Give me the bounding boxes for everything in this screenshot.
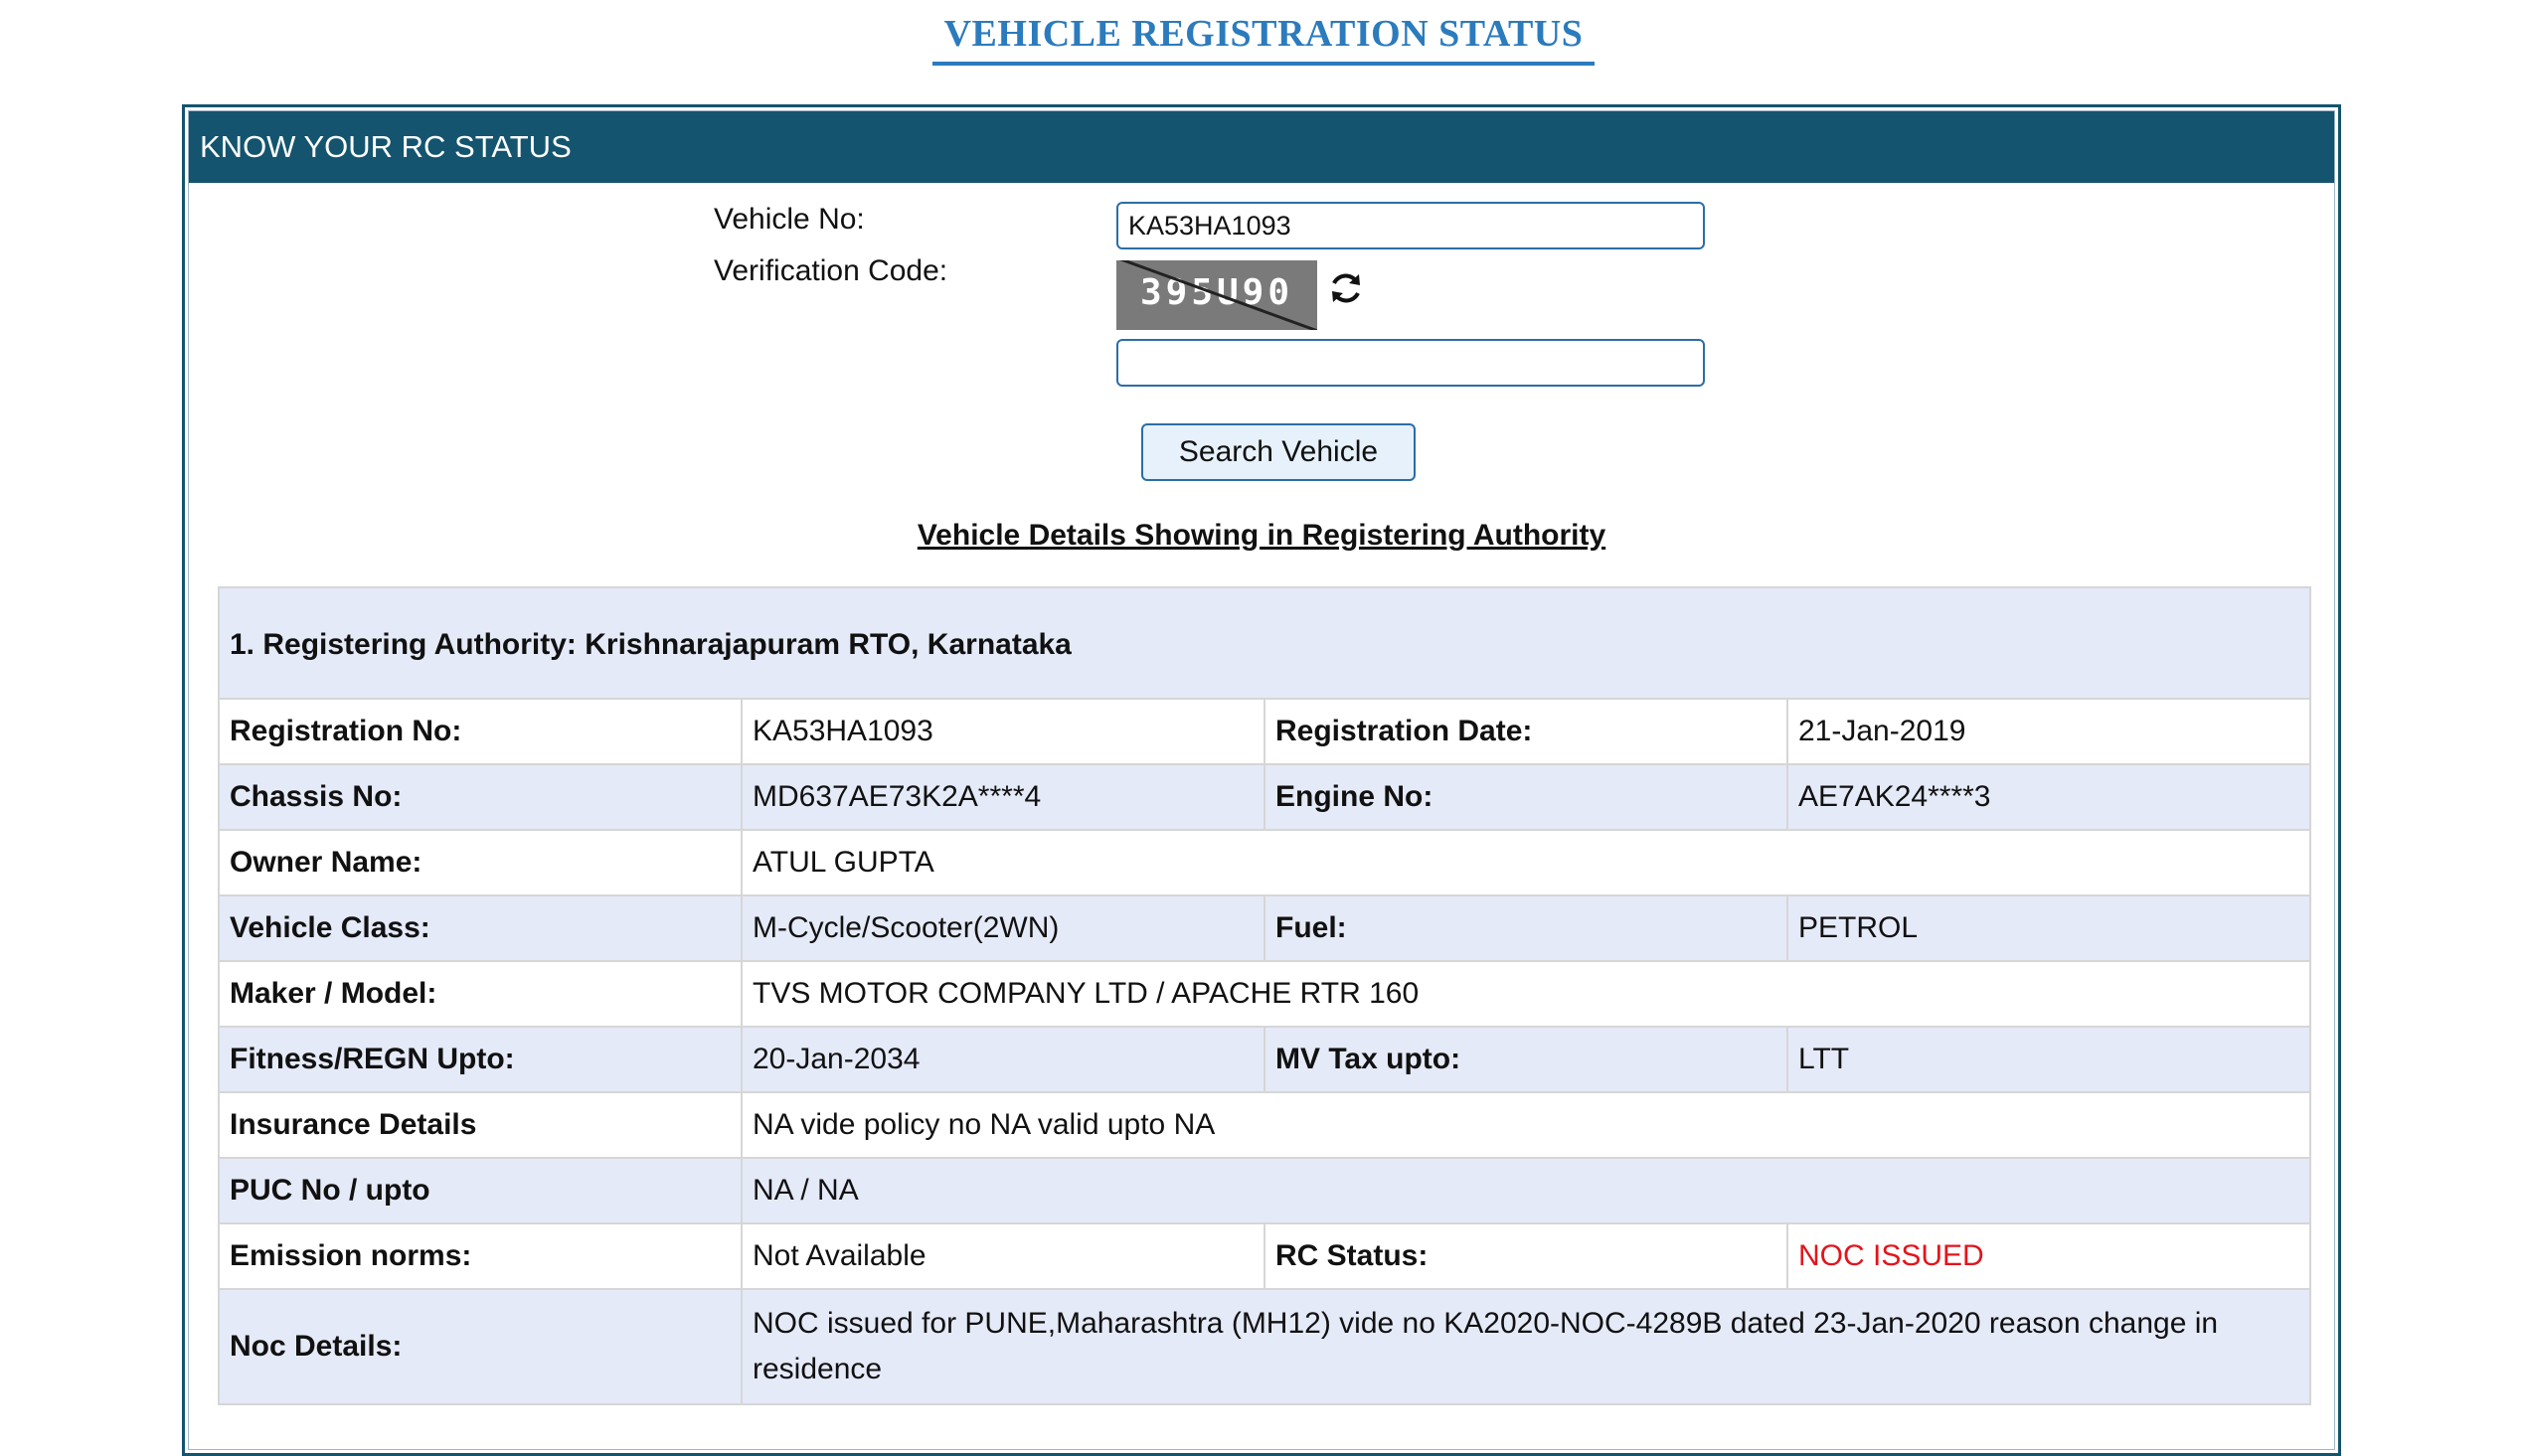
registration-date-label: Registration Date: [1264,698,1788,765]
owner-name-value: ATUL GUPTA [741,829,2311,896]
table-row: Fitness/REGN Upto: 20-Jan-2034 MV Tax up… [218,1026,2311,1093]
puc-label: PUC No / upto [218,1157,743,1224]
registering-authority: 1. Registering Authority: Krishnarajapur… [218,586,2311,700]
page-title: VEHICLE REGISTRATION STATUS [931,12,1596,66]
rc-status-value: NOC ISSUED [1786,1222,2311,1290]
owner-name-label: Owner Name: [218,829,743,896]
table-row-authority: 1. Registering Authority: Krishnarajapur… [218,586,2311,700]
insurance-value: NA vide policy no NA valid upto NA [741,1091,2311,1159]
vehicle-class-label: Vehicle Class: [218,894,743,962]
registration-no-label: Registration No: [218,698,743,765]
mv-tax-value: LTT [1786,1026,2311,1093]
table-row: Emission norms: Not Available RC Status:… [218,1222,2311,1290]
rc-status-panel: KNOW YOUR RC STATUS Vehicle No: Verifica… [182,104,2341,1456]
registration-no-value: KA53HA1093 [741,698,1265,765]
engine-no-label: Engine No: [1264,763,1788,831]
panel-header: KNOW YOUR RC STATUS [189,111,2334,183]
maker-model-value: TVS MOTOR COMPANY LTD / APACHE RTR 160 [741,960,2311,1028]
vehicle-no-label: Vehicle No: [714,203,865,236]
table-row: Insurance Details NA vide policy no NA v… [218,1091,2311,1159]
chassis-no-value: MD637AE73K2A****4 [741,763,1265,831]
table-row: Vehicle Class: M-Cycle/Scooter(2WN) Fuel… [218,894,2311,962]
table-row: Chassis No: MD637AE73K2A****4 Engine No:… [218,763,2311,831]
puc-value: NA / NA [741,1157,2311,1224]
fitness-label: Fitness/REGN Upto: [218,1026,743,1093]
table-row: Noc Details: NOC issued for PUNE,Maharas… [218,1288,2311,1405]
registration-date-value: 21-Jan-2019 [1786,698,2311,765]
captcha-image: 395U90 [1116,260,1317,330]
table-row: PUC No / upto NA / NA [218,1157,2311,1224]
table-row: Registration No: KA53HA1093 Registration… [218,698,2311,765]
table-row: Owner Name: ATUL GUPTA [218,829,2311,896]
engine-no-value: AE7AK24****3 [1786,763,2311,831]
verification-code-input[interactable] [1116,339,1705,387]
fitness-value: 20-Jan-2034 [741,1026,1265,1093]
table-row: Maker / Model: TVS MOTOR COMPANY LTD / A… [218,960,2311,1028]
mv-tax-label: MV Tax upto: [1264,1026,1788,1093]
verification-code-label: Verification Code: [714,254,948,287]
fuel-value: PETROL [1786,894,2311,962]
search-vehicle-button[interactable]: Search Vehicle [1141,423,1416,481]
noc-details-label: Noc Details: [218,1288,743,1405]
vehicle-details-heading: Vehicle Details Showing in Registering A… [917,519,1606,552]
emission-norms-value: Not Available [741,1222,1265,1290]
chassis-no-label: Chassis No: [218,763,743,831]
refresh-icon[interactable] [1326,268,1366,308]
vehicle-no-input[interactable] [1116,202,1705,249]
noc-details-value: NOC issued for PUNE,Maharashtra (MH12) v… [741,1288,2311,1405]
panel-body: KNOW YOUR RC STATUS Vehicle No: Verifica… [188,110,2335,1450]
emission-norms-label: Emission norms: [218,1222,743,1290]
rc-status-label: RC Status: [1264,1222,1788,1290]
maker-model-label: Maker / Model: [218,960,743,1028]
fuel-label: Fuel: [1264,894,1788,962]
vehicle-details-table: 1. Registering Authority: Krishnarajapur… [218,586,2311,1405]
page-title-wrap: VEHICLE REGISTRATION STATUS [0,12,2527,66]
vehicle-class-value: M-Cycle/Scooter(2WN) [741,894,1265,962]
insurance-label: Insurance Details [218,1091,743,1159]
